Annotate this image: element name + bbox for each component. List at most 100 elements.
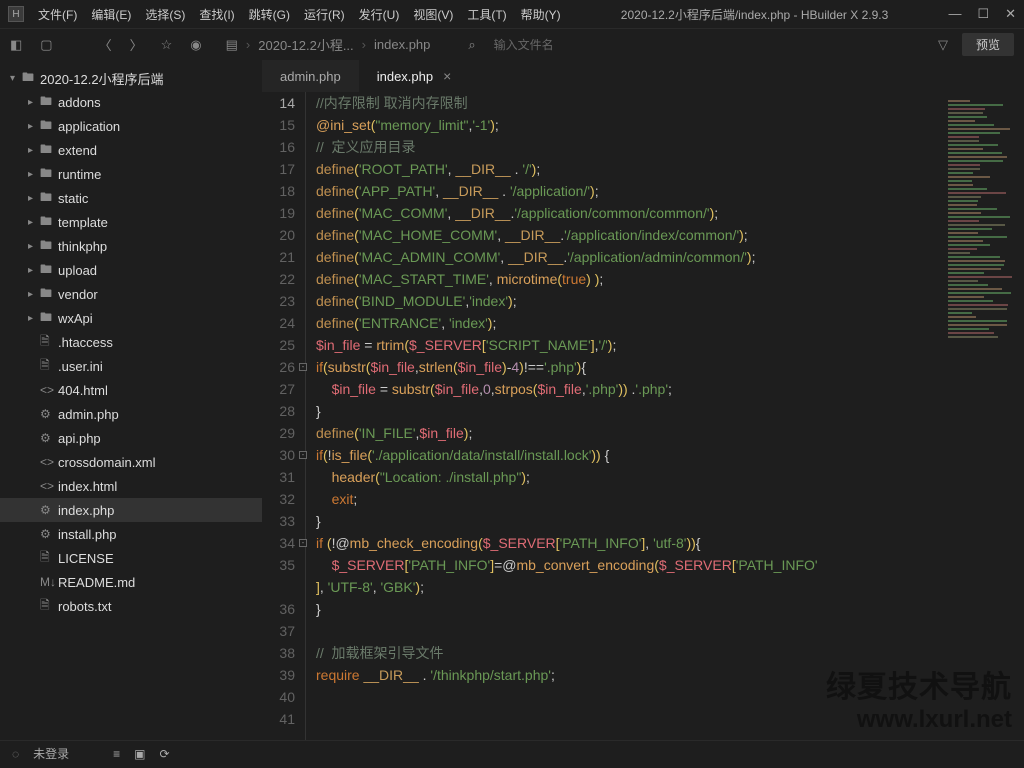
fold-icon[interactable]: - <box>299 539 307 547</box>
star-icon[interactable]: ☆ <box>161 37 173 53</box>
code-line[interactable]: header("Location: ./install.php"); <box>316 466 1024 488</box>
code-line[interactable]: define('MAC_HOME_COMM', __DIR__.'/applic… <box>316 224 1024 246</box>
code-line[interactable]: $_SERVER['PATH_INFO']=@mb_convert_encodi… <box>316 554 1024 576</box>
tree-item[interactable]: ▸🖿application <box>0 114 262 138</box>
preview-button[interactable]: 预览 <box>962 33 1014 56</box>
code-line[interactable]: @ini_set("memory_limit",'-1'); <box>316 114 1024 136</box>
expand-arrow-icon[interactable]: ▸ <box>28 121 40 132</box>
maximize-icon[interactable]: ☐ <box>977 6 989 22</box>
fold-icon[interactable]: - <box>299 363 307 371</box>
code-line[interactable]: define('BIND_MODULE','index'); <box>316 290 1024 312</box>
code-line[interactable]: ], 'UTF-8', 'GBK'); <box>316 576 1024 598</box>
filter-icon[interactable]: ▽ <box>938 37 948 53</box>
fold-icon[interactable]: - <box>299 451 307 459</box>
tree-item[interactable]: ▸🖿thinkphp <box>0 234 262 258</box>
code-line[interactable]: define('MAC_START_TIME', microtime(true)… <box>316 268 1024 290</box>
tree-item[interactable]: 🗎LICENSE <box>0 546 262 570</box>
tree-item[interactable]: ▸🖿template <box>0 210 262 234</box>
code-line[interactable]: $in_file = rtrim($_SERVER['SCRIPT_NAME']… <box>316 334 1024 356</box>
panel-toggle-icon[interactable]: ◧ <box>10 37 22 53</box>
menu-item[interactable]: 视图(V) <box>413 6 453 23</box>
code-line[interactable]: define('APP_PATH', __DIR__ . '/applicati… <box>316 180 1024 202</box>
code-line[interactable] <box>316 620 1024 642</box>
minimap[interactable] <box>948 100 1018 340</box>
expand-arrow-icon[interactable]: ▸ <box>28 265 40 276</box>
login-status[interactable]: 未登录 <box>33 745 69 762</box>
editor-tab[interactable]: admin.php <box>262 60 359 92</box>
expand-arrow-icon[interactable]: ▸ <box>28 313 40 324</box>
tree-item[interactable]: 🗎robots.txt <box>0 594 262 618</box>
search-file-icon[interactable]: ⌕ <box>468 37 475 53</box>
run-icon[interactable]: ◉ <box>190 37 201 53</box>
user-icon[interactable]: ◌ <box>12 747 19 761</box>
breadcrumb-project[interactable]: 2020-12.2小程... <box>258 35 353 54</box>
expand-arrow-icon[interactable]: ▸ <box>28 193 40 204</box>
terminal-icon[interactable]: ▣ <box>134 747 145 761</box>
code-editor[interactable]: 141516171819202122232425-26272829-303132… <box>262 92 1024 740</box>
code-line[interactable]: $in_file = substr($in_file,0,strpos($in_… <box>316 378 1024 400</box>
search-input[interactable]: 输入文件名 <box>494 36 554 53</box>
nav-back-icon[interactable]: 〈 <box>99 35 112 54</box>
save-icon[interactable]: ▢ <box>40 37 52 53</box>
menu-item[interactable]: 编辑(E) <box>91 6 131 23</box>
tree-item[interactable]: 🗎.htaccess <box>0 330 262 354</box>
expand-arrow-icon[interactable]: ▸ <box>28 217 40 228</box>
code-line[interactable]: } <box>316 510 1024 532</box>
code-line[interactable]: if(substr($in_file,strlen($in_file)-4)!=… <box>316 356 1024 378</box>
menu-item[interactable]: 文件(F) <box>38 6 77 23</box>
tree-item[interactable]: ▸🖿addons <box>0 90 262 114</box>
close-icon[interactable]: ✕ <box>1005 6 1016 22</box>
tree-item[interactable]: ⚙index.php <box>0 498 262 522</box>
code-line[interactable]: //内存限制 取消内存限制 <box>316 92 1024 114</box>
menu-item[interactable]: 运行(R) <box>304 6 345 23</box>
expand-arrow-icon[interactable]: ▸ <box>28 169 40 180</box>
tree-item[interactable]: ▾🖿2020-12.2小程序后端 <box>0 66 262 90</box>
tree-item[interactable]: ⚙api.php <box>0 426 262 450</box>
sync-icon[interactable]: ⟳ <box>160 747 170 761</box>
menu-item[interactable]: 选择(S) <box>145 6 185 23</box>
code-line[interactable]: define('MAC_COMM', __DIR__.'/application… <box>316 202 1024 224</box>
code-line[interactable]: // 定义应用目录 <box>316 136 1024 158</box>
code-line[interactable]: define('ENTRANCE', 'index'); <box>316 312 1024 334</box>
tree-item[interactable]: <>crossdomain.xml <box>0 450 262 474</box>
tree-item[interactable]: ▸🖿wxApi <box>0 306 262 330</box>
code-line[interactable]: define('ROOT_PATH', __DIR__ . '/'); <box>316 158 1024 180</box>
tree-item[interactable]: <>404.html <box>0 378 262 402</box>
expand-arrow-icon[interactable]: ▸ <box>28 145 40 156</box>
code-line[interactable]: define('MAC_ADMIN_COMM', __DIR__.'/appli… <box>316 246 1024 268</box>
editor-tab[interactable]: index.php× <box>359 60 470 92</box>
tree-item[interactable]: M↓README.md <box>0 570 262 594</box>
tree-item[interactable]: ▸🖿extend <box>0 138 262 162</box>
breadcrumb-file[interactable]: index.php <box>374 37 430 52</box>
menu-item[interactable]: 帮助(Y) <box>521 6 561 23</box>
code-line[interactable]: define('IN_FILE',$in_file); <box>316 422 1024 444</box>
menu-item[interactable]: 工具(T) <box>467 6 506 23</box>
tab-close-icon[interactable]: × <box>443 68 451 84</box>
tree-item[interactable]: ▸🖿static <box>0 186 262 210</box>
expand-arrow-icon[interactable]: ▾ <box>10 73 22 84</box>
file-explorer[interactable]: ▾🖿2020-12.2小程序后端▸🖿addons▸🖿application▸🖿e… <box>0 60 262 740</box>
expand-arrow-icon[interactable]: ▸ <box>28 241 40 252</box>
expand-arrow-icon[interactable]: ▸ <box>28 97 40 108</box>
tree-item[interactable]: ▸🖿vendor <box>0 282 262 306</box>
minimize-icon[interactable]: — <box>948 6 961 22</box>
code-line[interactable]: if(!is_file('./application/data/install/… <box>316 444 1024 466</box>
code-source[interactable]: //内存限制 取消内存限制@ini_set("memory_limit",'-1… <box>306 92 1024 740</box>
menu-item[interactable]: 跳转(G) <box>249 6 290 23</box>
code-line[interactable]: // 加载框架引导文件 <box>316 642 1024 664</box>
code-line[interactable]: } <box>316 400 1024 422</box>
code-line[interactable]: if (!@mb_check_encoding($_SERVER['PATH_I… <box>316 532 1024 554</box>
tree-item[interactable]: <>index.html <box>0 474 262 498</box>
tree-item[interactable]: ⚙admin.php <box>0 402 262 426</box>
expand-arrow-icon[interactable]: ▸ <box>28 289 40 300</box>
menu-item[interactable]: 发行(U) <box>359 6 400 23</box>
nav-forward-icon[interactable]: 〉 <box>130 35 143 54</box>
tree-item[interactable]: ▸🖿upload <box>0 258 262 282</box>
tree-item[interactable]: ⚙install.php <box>0 522 262 546</box>
code-line[interactable]: } <box>316 598 1024 620</box>
list-icon[interactable]: ≡ <box>113 747 120 761</box>
tree-item[interactable]: ▸🖿runtime <box>0 162 262 186</box>
menu-item[interactable]: 查找(I) <box>199 6 234 23</box>
code-line[interactable]: exit; <box>316 488 1024 510</box>
tree-item[interactable]: 🗎.user.ini <box>0 354 262 378</box>
